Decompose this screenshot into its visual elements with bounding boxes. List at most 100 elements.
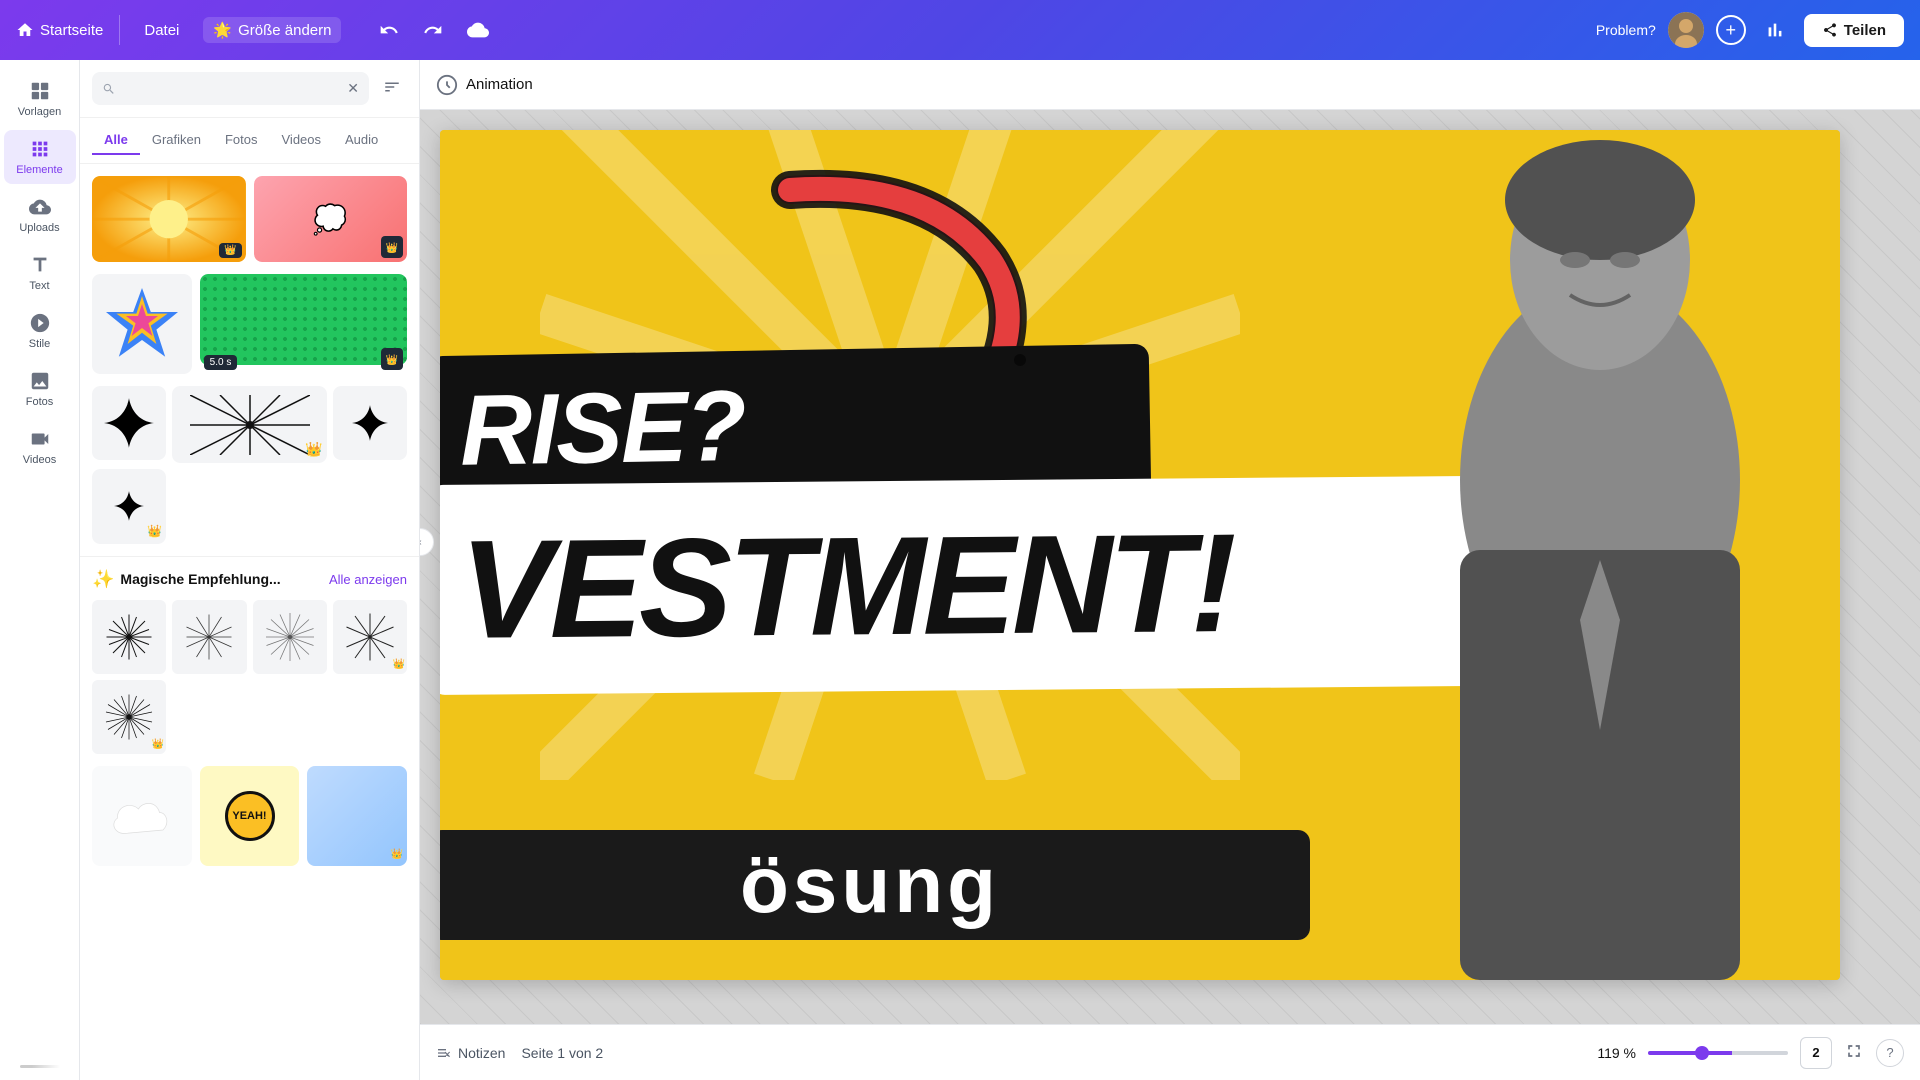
home-label: Startseite — [40, 22, 103, 39]
tab-fotos[interactable]: Fotos — [213, 126, 270, 155]
redo-button[interactable] — [417, 14, 449, 46]
magic-item-5[interactable]: 👑 — [92, 680, 166, 754]
element-item-comic-face[interactable]: 💭 👑 — [254, 176, 408, 262]
search-box[interactable]: comic ✕ — [92, 72, 369, 105]
tab-alle[interactable]: Alle — [92, 126, 140, 155]
design-canvas[interactable]: RISE? VESTMENT! ösung — [440, 130, 1840, 980]
tab-videos[interactable]: Videos — [270, 126, 334, 155]
resize-button[interactable]: 🌟 Größe ändern — [203, 17, 341, 43]
element-item-burst-rays[interactable]: 👑 — [172, 386, 327, 463]
sidebar-item-vorlagen-label: Vorlagen — [18, 106, 61, 118]
sidebar-item-fotos[interactable]: Fotos — [4, 362, 76, 416]
canvas-bottom-banner: ösung — [440, 830, 1310, 940]
crown-badge4: 👑 — [147, 522, 162, 540]
element-item-cloud[interactable] — [92, 766, 192, 866]
canvas-rise-text: RISE? — [459, 368, 745, 488]
crown-badge2: 👑 — [381, 348, 403, 370]
sidebar-item-videos[interactable]: Videos — [4, 420, 76, 474]
save-cloud-button[interactable] — [461, 13, 495, 47]
canvas-content: RISE? VESTMENT! ösung — [420, 110, 1920, 1024]
sidebar-item-elemente[interactable]: Elemente — [4, 130, 76, 184]
page-info: Seite 1 von 2 — [521, 1045, 603, 1061]
element-item-star-colorful[interactable] — [92, 274, 192, 374]
crown-icon-magic5: 👑 — [152, 734, 164, 752]
element-item-green-halftone[interactable]: 5.0 s 👑 — [200, 274, 407, 374]
sidebar: Vorlagen Elemente Uploads Text Stile Fot… — [0, 60, 80, 1080]
canvas-person — [1360, 130, 1840, 980]
sidebar-item-text[interactable]: Text — [4, 246, 76, 300]
tab-audio[interactable]: Audio — [333, 126, 390, 155]
magic-items-grid: 👑 👑 — [92, 600, 407, 755]
search-icon — [102, 81, 116, 97]
element-item-blue-gradient[interactable]: 👑 — [307, 766, 407, 866]
notes-button[interactable]: Notizen — [436, 1045, 505, 1061]
sidebar-item-text-label: Text — [29, 280, 49, 292]
undo-button[interactable] — [373, 14, 405, 46]
panel-search-area: comic ✕ — [80, 60, 419, 118]
premium-badge: 👑 — [381, 236, 403, 258]
magic-item-3[interactable] — [253, 600, 327, 674]
element-item-4star-small[interactable] — [333, 386, 407, 463]
sidebar-item-stile[interactable]: Stile — [4, 304, 76, 358]
sidebar-item-stile-label: Stile — [29, 338, 50, 350]
element-item-4star-large[interactable] — [92, 386, 166, 463]
magic-item-1[interactable] — [92, 600, 166, 674]
elements-grid-row2: 5.0 s 👑 — [80, 274, 419, 386]
search-input[interactable]: comic — [122, 81, 342, 97]
magic-item-2[interactable] — [172, 600, 246, 674]
elements-grid-row1: 👑 💭 👑 — [80, 164, 419, 274]
size-label: Größe ändern — [238, 22, 331, 39]
topbar-right: Problem? + Teilen — [1596, 12, 1904, 48]
sidebar-item-fotos-label: Fotos — [26, 396, 54, 408]
sidebar-item-vorlagen[interactable]: Vorlagen — [4, 72, 76, 126]
show-all-link[interactable]: Alle anzeigen — [329, 572, 407, 587]
crown-icon-magic4: 👑 — [393, 654, 405, 672]
share-button[interactable]: Teilen — [1804, 14, 1904, 47]
zoom-value: 119 % — [1597, 1045, 1636, 1061]
magic-title: ✨ Magische Empfehlung... — [92, 569, 281, 590]
topbar: Startseite Datei 🌟 Größe ändern Problem?… — [0, 0, 1920, 60]
magic-section-header: ✨ Magische Empfehlung... Alle anzeigen — [92, 569, 407, 590]
topbar-divider — [119, 15, 120, 45]
home-button[interactable]: Startseite — [16, 21, 103, 39]
search-clear-button[interactable]: ✕ — [347, 80, 359, 97]
element-item-sparkle[interactable]: 👑 — [92, 469, 166, 543]
elements-grid-row3: 👑 👑 — [80, 386, 419, 556]
share-label: Teilen — [1844, 22, 1886, 39]
duration-badge: 5.0 s — [204, 355, 238, 370]
page-number-button[interactable]: 2 — [1800, 1037, 1832, 1069]
sidebar-item-uploads[interactable]: Uploads — [4, 188, 76, 242]
file-menu[interactable]: Datei — [136, 18, 187, 43]
fullscreen-button[interactable] — [1844, 1041, 1864, 1064]
magic-item-4[interactable]: 👑 — [333, 600, 407, 674]
sidebar-item-elemente-label: Elemente — [16, 164, 62, 176]
search-tabs: Alle Grafiken Fotos Videos Audio — [80, 118, 419, 164]
animation-panel-header: Animation — [420, 60, 1920, 110]
element-item-yellow-sunburst[interactable]: 👑 — [92, 176, 246, 262]
animation-label: Animation — [466, 76, 533, 93]
topbar-left: Startseite Datei 🌟 Größe ändern — [16, 15, 341, 45]
help-button[interactable]: ? — [1876, 1039, 1904, 1067]
tab-grafiken[interactable]: Grafiken — [140, 126, 213, 155]
elements-panel: comic ✕ Alle Grafiken Fotos Videos Audio — [80, 60, 420, 1080]
topbar-actions — [373, 13, 495, 47]
crown-badge: 👑 — [219, 243, 241, 258]
stats-button[interactable] — [1758, 13, 1792, 47]
sidebar-decoration — [20, 1065, 60, 1068]
add-collaborator-button[interactable]: + — [1716, 15, 1746, 45]
sidebar-item-uploads-label: Uploads — [19, 222, 59, 234]
elements-grid-bottom: YEAH! 👑 — [80, 766, 419, 878]
sidebar-item-videos-label: Videos — [23, 454, 56, 466]
bottom-toolbar: Notizen Seite 1 von 2 119 % 2 ? — [420, 1024, 1920, 1080]
zoom-slider[interactable] — [1648, 1051, 1788, 1055]
canvas-area: ‹ Animation — [420, 60, 1920, 1024]
crown-badge3: 👑 — [305, 441, 322, 459]
avatar[interactable] — [1668, 12, 1704, 48]
element-item-yeah[interactable]: YEAH! — [200, 766, 300, 866]
magic-recommendations-section: ✨ Magische Empfehlung... Alle anzeigen — [80, 556, 419, 767]
canvas-bottom-text: ösung — [740, 839, 1000, 931]
animation-icon — [436, 74, 458, 96]
problem-button[interactable]: Problem? — [1596, 22, 1656, 38]
size-icon: 🌟 — [213, 21, 232, 39]
filter-button[interactable] — [377, 72, 407, 105]
